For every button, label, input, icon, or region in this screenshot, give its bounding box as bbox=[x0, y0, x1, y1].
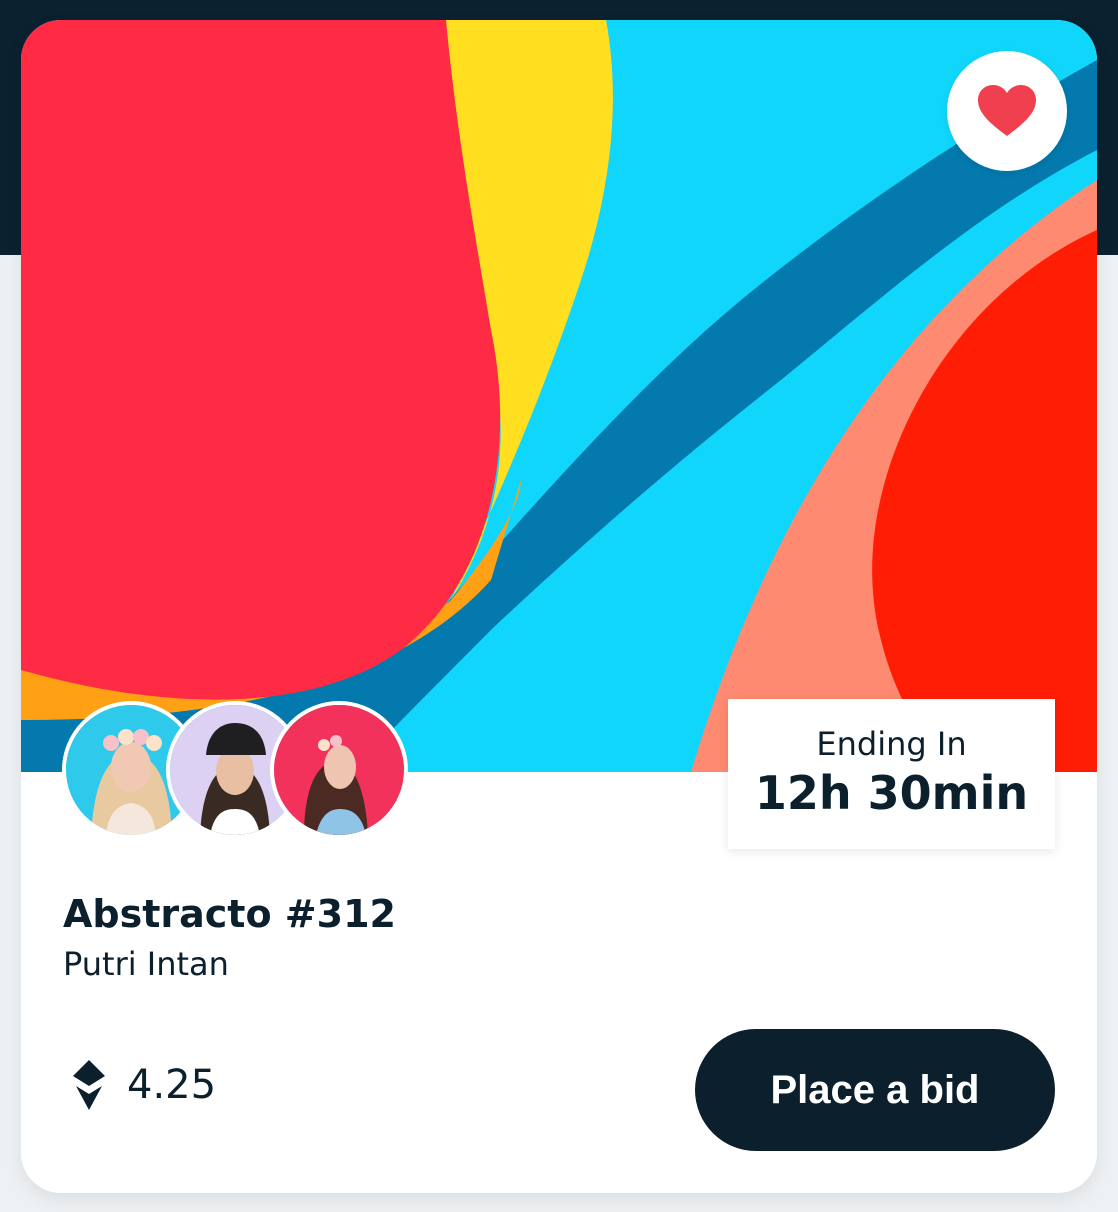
abstract-art-image bbox=[21, 20, 1097, 772]
nft-title: Abstracto #312 bbox=[63, 892, 396, 936]
price: 4.25 bbox=[73, 1060, 216, 1110]
ethereum-icon bbox=[73, 1060, 105, 1110]
artist-name[interactable]: Putri Intan bbox=[63, 945, 229, 983]
place-bid-button[interactable]: Place a bid bbox=[695, 1029, 1055, 1151]
ending-label: Ending In bbox=[816, 725, 967, 763]
nft-artwork[interactable] bbox=[21, 20, 1097, 772]
avatar[interactable] bbox=[270, 701, 408, 839]
avatar-image bbox=[274, 705, 404, 835]
nft-card: Ending In 12h 30min Abstracto #312 Putri… bbox=[21, 20, 1097, 1193]
favorite-button[interactable] bbox=[947, 51, 1067, 171]
heart-icon bbox=[978, 85, 1036, 136]
price-value: 4.25 bbox=[127, 1062, 217, 1108]
ending-countdown: 12h 30min bbox=[754, 766, 1029, 820]
auction-timer: Ending In 12h 30min bbox=[728, 699, 1055, 849]
